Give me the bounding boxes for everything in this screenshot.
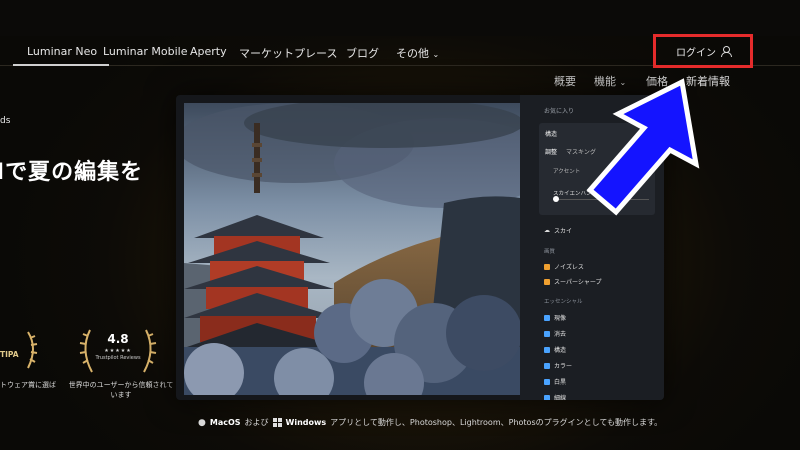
login-button[interactable]: ログイン xyxy=(653,34,753,68)
tool-color-label: カラー xyxy=(554,363,573,370)
tipa-award-text: TIPA xyxy=(0,350,19,359)
windows-label: Windows xyxy=(285,418,327,427)
tool-develop[interactable]: 現像 xyxy=(544,313,566,322)
section-essentials: エッセンシャル xyxy=(544,299,583,305)
pagoda-photo-image xyxy=(184,103,520,395)
erase-icon xyxy=(544,330,550,337)
nav-more-label: その他 xyxy=(396,47,429,60)
structure-icon xyxy=(544,346,550,353)
tool-bw-label: 白黒 xyxy=(554,379,567,386)
chevron-down-icon: ⌄ xyxy=(432,50,440,59)
section-quality: 画質 xyxy=(544,249,556,255)
tool-supersharp[interactable]: スーパーシャープ xyxy=(544,277,601,286)
tool-structure[interactable]: 構造 xyxy=(544,345,566,354)
supersharp-icon xyxy=(544,278,550,285)
develop-icon xyxy=(544,314,550,321)
tool-noiseless[interactable]: ノイズレス xyxy=(544,262,584,271)
user-icon xyxy=(721,46,732,57)
tool-sky[interactable]: ☁ スカイ xyxy=(544,226,572,235)
trust-rating: 4.8 xyxy=(107,332,129,346)
windows-icon xyxy=(272,418,282,427)
hero-eyebrow: ds xyxy=(0,116,11,126)
platform-note-rest: アプリとして動作し、Photoshop、Lightroom、Photosのプラグ… xyxy=(330,418,663,427)
nav-luminar-mobile[interactable]: Luminar Mobile xyxy=(103,45,188,58)
star-rating-icon: ★★★★★ xyxy=(104,348,132,354)
nav-luminar-neo[interactable]: Luminar Neo xyxy=(12,45,110,66)
login-label: ログイン xyxy=(676,47,716,59)
bw-icon xyxy=(544,378,550,385)
and-label: および xyxy=(244,418,269,427)
tool-noiseless-label: ノイズレス xyxy=(554,264,584,271)
pagoda-photo xyxy=(184,103,520,395)
apple-icon: ● xyxy=(198,417,206,428)
top-bar xyxy=(0,0,800,36)
nav-blog[interactable]: ブログ xyxy=(346,45,379,61)
trustpilot-badge: 4.8 ★★★★★ Trustpilot Reviews xyxy=(78,326,158,376)
macos-label: MacOS xyxy=(209,418,241,427)
tool-supersharp-label: スーパーシャープ xyxy=(554,279,602,286)
tool-erase-label: 消去 xyxy=(554,331,567,338)
trust-caption: 世界中のユーザーから信頼されています xyxy=(68,381,174,399)
pointer-arrow-icon xyxy=(586,78,700,216)
tool-color[interactable]: カラー xyxy=(544,361,572,370)
noiseless-icon xyxy=(544,263,550,270)
tool-develop-label: 現像 xyxy=(554,315,567,322)
tool-detail-label: 細線 xyxy=(554,395,567,400)
tool-detail[interactable]: 細線 xyxy=(544,393,566,400)
nav-more[interactable]: その他 ⌄ xyxy=(396,45,439,61)
nav-aperty[interactable]: Aperty xyxy=(190,45,227,58)
tool-erase[interactable]: 消去 xyxy=(544,329,566,338)
tool-bw[interactable]: 白黒 xyxy=(544,377,566,386)
tool-structure-label: 構造 xyxy=(554,347,567,354)
hero-headline: Iで夏の編集を xyxy=(0,160,144,185)
platform-note: ● MacOS および Windows アプリとして動作し、Photoshop、… xyxy=(198,417,662,428)
structure-title: 構造 xyxy=(545,131,558,138)
cloud-icon: ☁ xyxy=(544,227,550,234)
tool-sky-label: スカイ xyxy=(554,228,573,235)
color-icon xyxy=(544,362,550,369)
trust-label: Trustpilot Reviews xyxy=(95,355,141,361)
slider-handle[interactable] xyxy=(553,196,559,202)
favorites-label: お気に入り xyxy=(544,108,575,115)
tipa-caption: トウェア賞に選ば xyxy=(0,381,56,389)
detail-icon xyxy=(544,394,550,400)
nav-marketplace[interactable]: マーケットプレース xyxy=(239,45,337,61)
tab-adjust[interactable]: 調整 xyxy=(545,147,557,156)
